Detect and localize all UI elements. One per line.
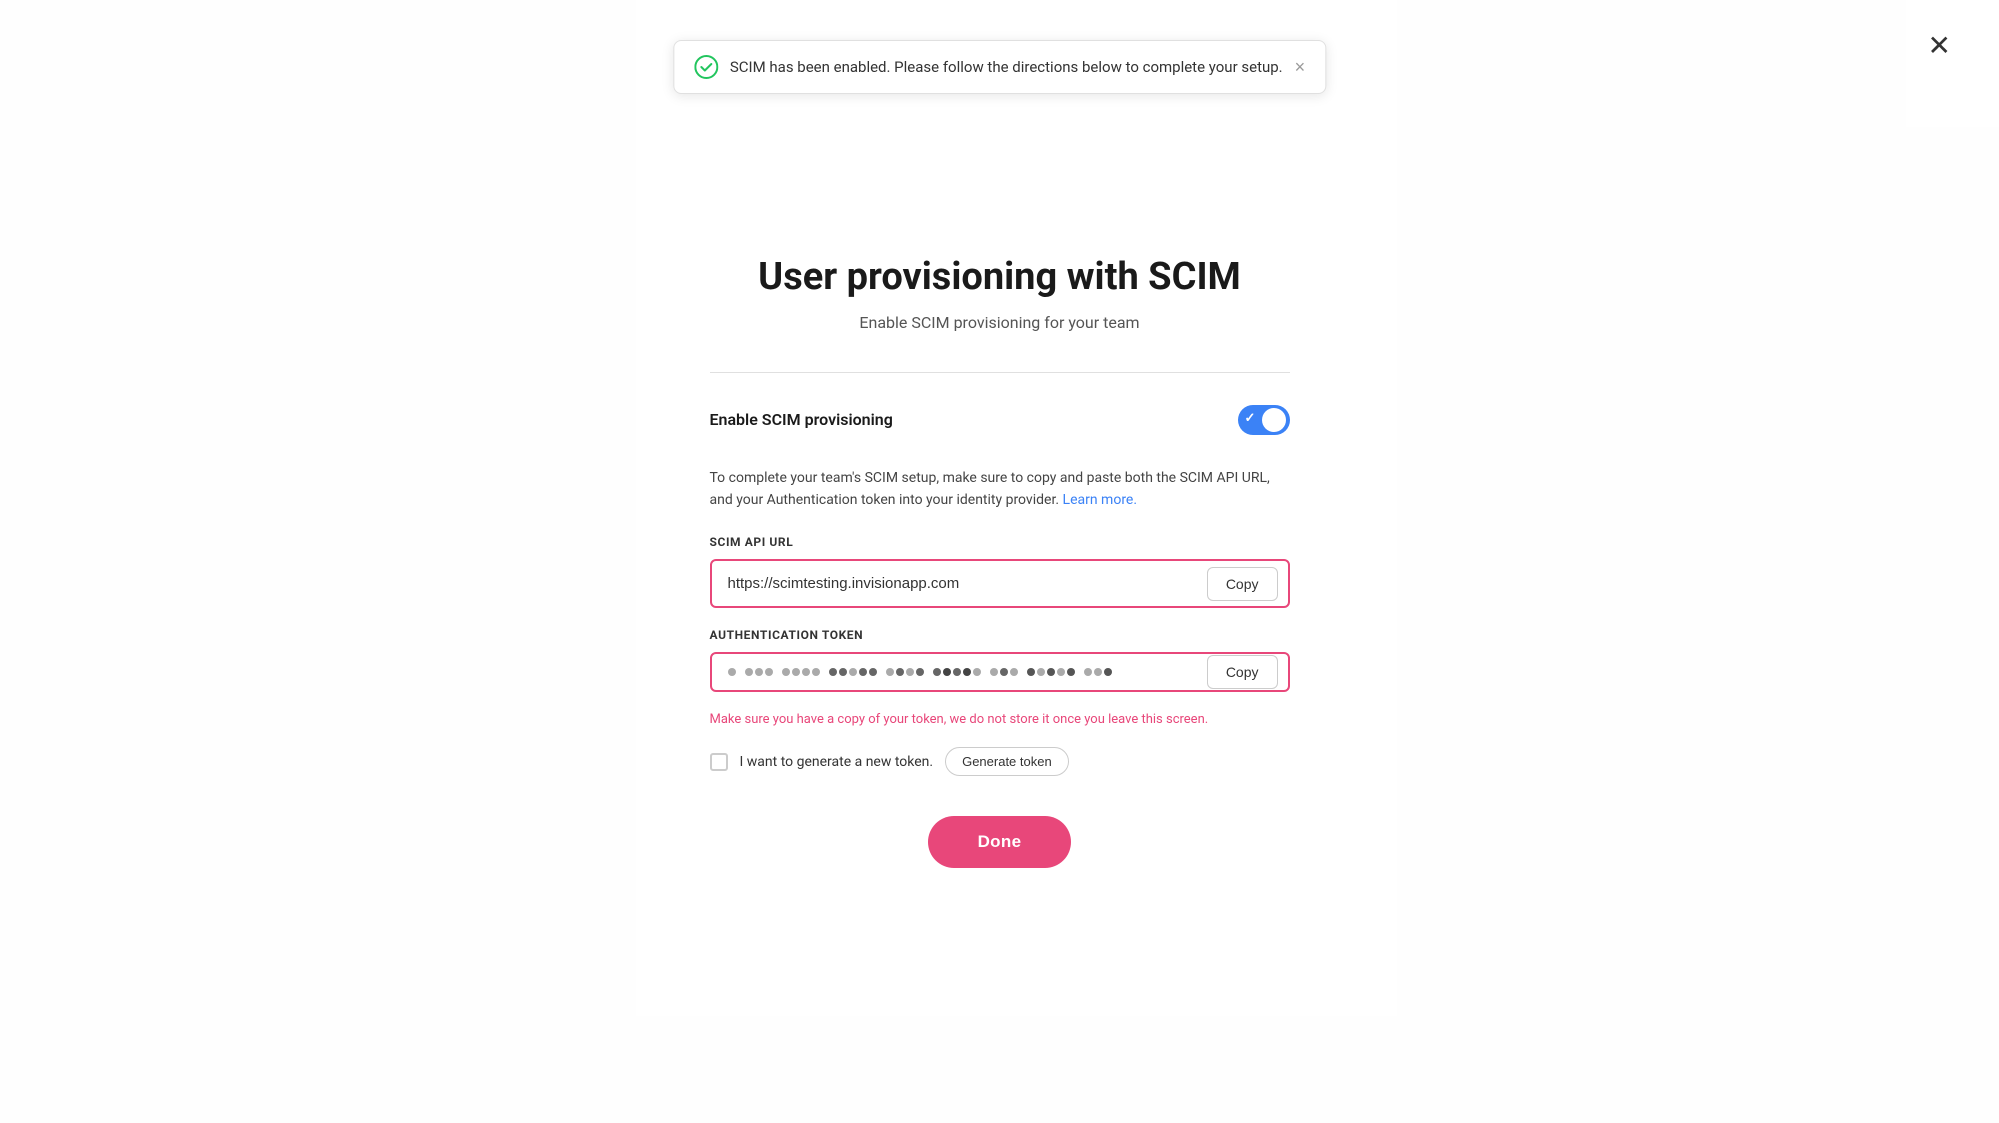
dot-group-1 bbox=[728, 668, 736, 676]
modal-overlay: SCIM has been enabled. Please follow the… bbox=[0, 0, 1999, 1123]
auth-token-section: Authentication token bbox=[710, 628, 1290, 692]
modal-subtitle: Enable SCIM provisioning for your team bbox=[710, 313, 1290, 332]
toggle-slider: ✓ bbox=[1238, 405, 1290, 435]
divider bbox=[710, 372, 1290, 373]
new-token-label: I want to generate a new token. bbox=[740, 754, 934, 770]
scim-url-input[interactable] bbox=[712, 561, 1207, 606]
auth-token-label: Authentication token bbox=[710, 628, 1290, 642]
check-circle-icon bbox=[694, 55, 718, 79]
modal-close-button[interactable]: ✕ bbox=[1928, 32, 1951, 60]
token-warning: Make sure you have a copy of your token,… bbox=[710, 712, 1290, 727]
learn-more-link[interactable]: Learn more. bbox=[1063, 492, 1138, 508]
new-token-row: I want to generate a new token. Generate… bbox=[710, 747, 1290, 776]
done-button-wrapper: Done bbox=[710, 816, 1290, 868]
dot-group-9 bbox=[1084, 668, 1112, 676]
dot-group-8 bbox=[1027, 668, 1075, 676]
dot-group-4 bbox=[829, 668, 877, 676]
toggle-label: Enable SCIM provisioning bbox=[710, 410, 893, 429]
toast-notification: SCIM has been enabled. Please follow the… bbox=[673, 40, 1326, 94]
copy-token-button[interactable]: Copy bbox=[1207, 655, 1278, 689]
scim-toggle-row: Enable SCIM provisioning ✓ bbox=[710, 405, 1290, 435]
toggle-checkmark-icon: ✓ bbox=[1245, 411, 1256, 426]
dot-group-6 bbox=[933, 668, 981, 676]
dot-group-3 bbox=[782, 668, 820, 676]
dot-group-2 bbox=[745, 668, 773, 676]
new-token-checkbox[interactable] bbox=[710, 753, 728, 771]
dot-group-7 bbox=[990, 668, 1018, 676]
toast-message: SCIM has been enabled. Please follow the… bbox=[730, 58, 1283, 76]
copy-url-button[interactable]: Copy bbox=[1207, 567, 1278, 601]
scim-url-label: SCIM API URL bbox=[710, 535, 1290, 549]
token-dots-display bbox=[712, 654, 1207, 690]
dot-group-5 bbox=[886, 668, 924, 676]
done-button[interactable]: Done bbox=[928, 816, 1072, 868]
modal-panel: User provisioning with SCIM Enable SCIM … bbox=[650, 195, 1350, 929]
toast-close-button[interactable]: × bbox=[1295, 58, 1306, 76]
scim-description: To complete your team's SCIM setup, make… bbox=[710, 467, 1290, 512]
scim-url-section: SCIM API URL Copy bbox=[710, 535, 1290, 608]
generate-token-button[interactable]: Generate token bbox=[945, 747, 1069, 776]
scim-url-field-wrapper: Copy bbox=[710, 559, 1290, 608]
auth-token-field-wrapper: Copy bbox=[710, 652, 1290, 692]
modal-title: User provisioning with SCIM bbox=[710, 255, 1290, 299]
scim-toggle[interactable]: ✓ bbox=[1238, 405, 1290, 435]
